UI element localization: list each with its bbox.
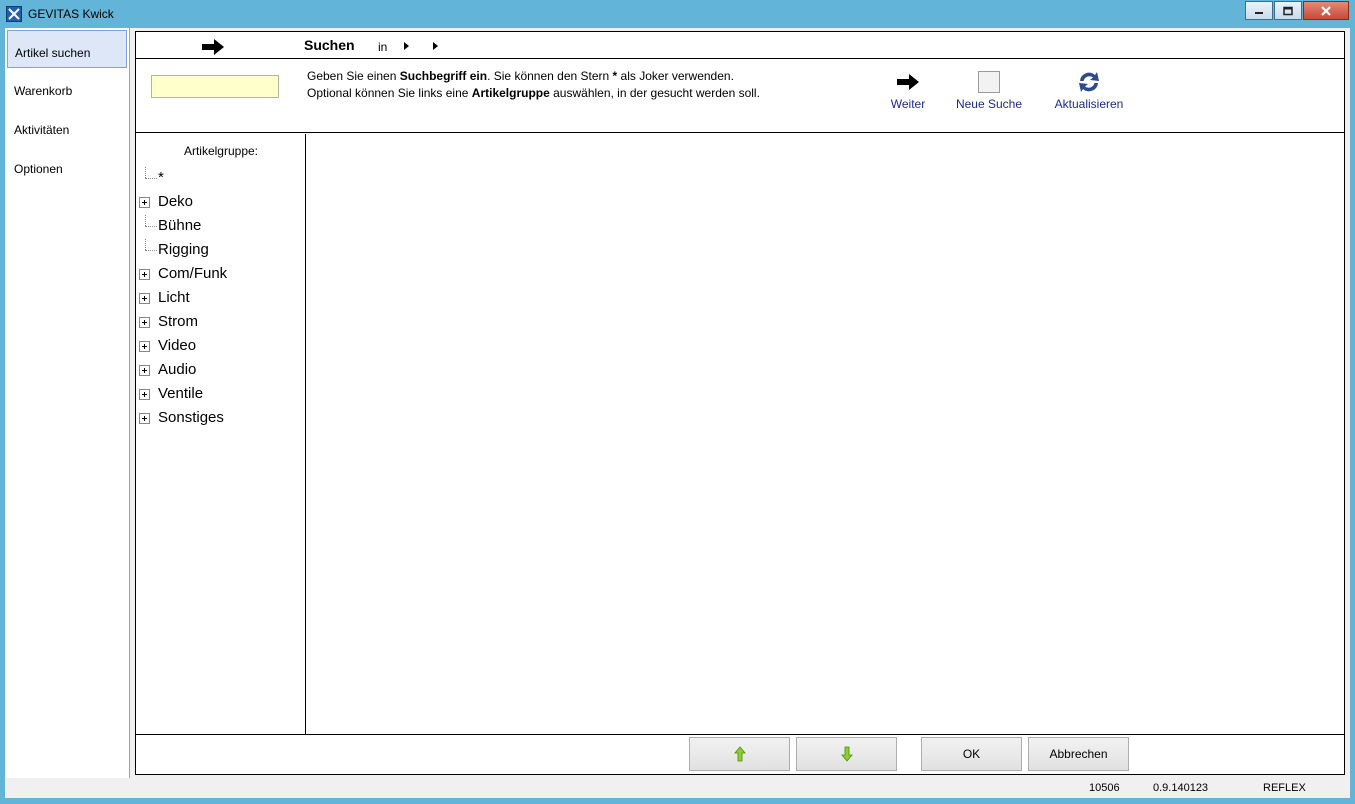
tree-line: [145, 239, 146, 250]
tree-item-label: Strom: [158, 313, 199, 330]
sidebar-item-optionen[interactable]: Optionen: [7, 147, 127, 185]
tree-item[interactable]: Sonstiges: [136, 407, 304, 431]
tree-item[interactable]: Rigging: [136, 239, 304, 263]
tree-item[interactable]: Com/Funk: [136, 263, 304, 287]
tree-item[interactable]: Ventile: [136, 383, 304, 407]
hint-text: auswählen, in der gesucht werden soll.: [549, 86, 760, 100]
tree-item[interactable]: Licht: [136, 287, 304, 311]
results-list[interactable]: [307, 134, 1344, 734]
expand-plus-icon[interactable]: [139, 197, 150, 208]
search-row: Geben Sie einen Suchbegriff ein. Sie kön…: [136, 60, 1344, 133]
title-bar[interactable]: GEVITAS Kwick: [0, 0, 1355, 28]
arrow-right-icon[interactable]: [202, 39, 224, 55]
neue-suche-label: Neue Suche: [955, 97, 1023, 111]
search-hint: Geben Sie einen Suchbegriff ein. Sie kön…: [307, 68, 767, 102]
breadcrumb-arrow-icon[interactable]: [404, 42, 409, 50]
expand-plus-icon[interactable]: [139, 389, 150, 400]
arrow-right-icon: [897, 74, 919, 90]
minimize-icon[interactable]: [1245, 1, 1273, 20]
tree-line: [145, 178, 157, 179]
hint-keyword: Artikelgruppe: [471, 86, 550, 100]
arrow-down-icon: [840, 746, 853, 762]
ok-button[interactable]: OK: [921, 737, 1022, 771]
tree-item-label: Com/Funk: [158, 265, 228, 282]
tree-item-label: Rigging: [158, 241, 209, 258]
search-input[interactable]: [151, 75, 279, 98]
sidebar-item-aktivitaeten[interactable]: Aktivitäten: [7, 108, 127, 146]
tree-item-label: Audio: [158, 361, 197, 378]
tree-item-label: Licht: [158, 289, 190, 306]
blank-page-icon: [978, 71, 1000, 93]
status-user: REFLEX: [1263, 782, 1306, 794]
hint-text: . Sie können den Stern: [487, 69, 613, 83]
in-label: in: [378, 40, 388, 54]
hint-keyword: Suchbegriff ein: [399, 69, 488, 83]
tree-item[interactable]: Deko: [136, 191, 304, 215]
main-panel: Suchen in Geben Sie einen Suchbegriff ei…: [135, 31, 1345, 775]
tree-line: [145, 226, 157, 227]
window-controls: [1244, 1, 1349, 20]
expand-plus-icon[interactable]: [139, 317, 150, 328]
refresh-icon: [1079, 72, 1099, 92]
page-title: Suchen: [304, 37, 355, 53]
sidebar-item-label: Aktivitäten: [14, 123, 70, 137]
tree-item-label: Bühne: [158, 217, 202, 234]
tree-item-label: Sonstiges: [158, 409, 224, 426]
button-bar: OK Abbrechen: [136, 734, 1344, 774]
close-icon[interactable]: [1303, 1, 1349, 20]
client-area: Artikel suchen Warenkorb Aktivitäten Opt…: [5, 28, 1350, 798]
arrow-up-icon: [733, 746, 746, 762]
status-version: 0.9.140123: [1153, 782, 1209, 794]
tree-line: [145, 167, 146, 178]
sidebar-item-artikel-suchen[interactable]: Artikel suchen: [7, 30, 127, 68]
window-title: GEVITAS Kwick: [28, 7, 114, 21]
move-up-button[interactable]: [689, 737, 790, 771]
weiter-button[interactable]: Weiter: [873, 68, 943, 111]
tree-line: [145, 250, 157, 251]
tree-item-label: Video: [158, 337, 197, 354]
tree-item[interactable]: Audio: [136, 359, 304, 383]
expand-plus-icon[interactable]: [139, 293, 150, 304]
maximize-icon[interactable]: [1274, 1, 1302, 20]
tree-item-label: *: [158, 169, 164, 186]
neue-suche-button[interactable]: Neue Suche: [949, 68, 1029, 111]
sidebar-item-label: Warenkorb: [14, 84, 73, 98]
breadcrumb-arrow-icon[interactable]: [433, 42, 438, 50]
tree-item[interactable]: Video: [136, 335, 304, 359]
tree-line: [145, 215, 146, 226]
tree-item[interactable]: *: [136, 167, 304, 191]
sidebar: Artikel suchen Warenkorb Aktivitäten Opt…: [5, 28, 130, 778]
tree-item-label: Deko: [158, 193, 194, 210]
artikelgruppe-panel: Artikelgruppe: * Deko Bühne Rigging Com/Funk…: [136, 134, 306, 734]
sidebar-item-warenkorb[interactable]: Warenkorb: [7, 69, 127, 107]
aktualisieren-label: Aktualisieren: [1054, 97, 1124, 111]
tree-item-label: Ventile: [158, 385, 204, 402]
expand-plus-icon[interactable]: [139, 269, 150, 280]
aktualisieren-button[interactable]: Aktualisieren: [1049, 68, 1129, 111]
search-header: Suchen in: [136, 32, 1344, 59]
expand-plus-icon[interactable]: [139, 341, 150, 352]
hint-text: Geben Sie einen: [307, 69, 400, 83]
sidebar-item-label: Artikel suchen: [15, 46, 91, 60]
move-down-button[interactable]: [796, 737, 897, 771]
cancel-button[interactable]: Abbrechen: [1028, 737, 1129, 771]
sidebar-item-label: Optionen: [14, 162, 63, 176]
status-id: 10506: [1089, 782, 1120, 794]
status-bar: 10506 0.9.140123 REFLEX: [5, 778, 1350, 798]
expand-plus-icon[interactable]: [139, 365, 150, 376]
tree-item[interactable]: Strom: [136, 311, 304, 335]
tree-item[interactable]: Bühne: [136, 215, 304, 239]
expand-plus-icon[interactable]: [139, 413, 150, 424]
weiter-label: Weiter: [890, 97, 926, 111]
app-icon: [6, 6, 22, 22]
artikelgruppe-title: Artikelgruppe:: [183, 144, 259, 158]
